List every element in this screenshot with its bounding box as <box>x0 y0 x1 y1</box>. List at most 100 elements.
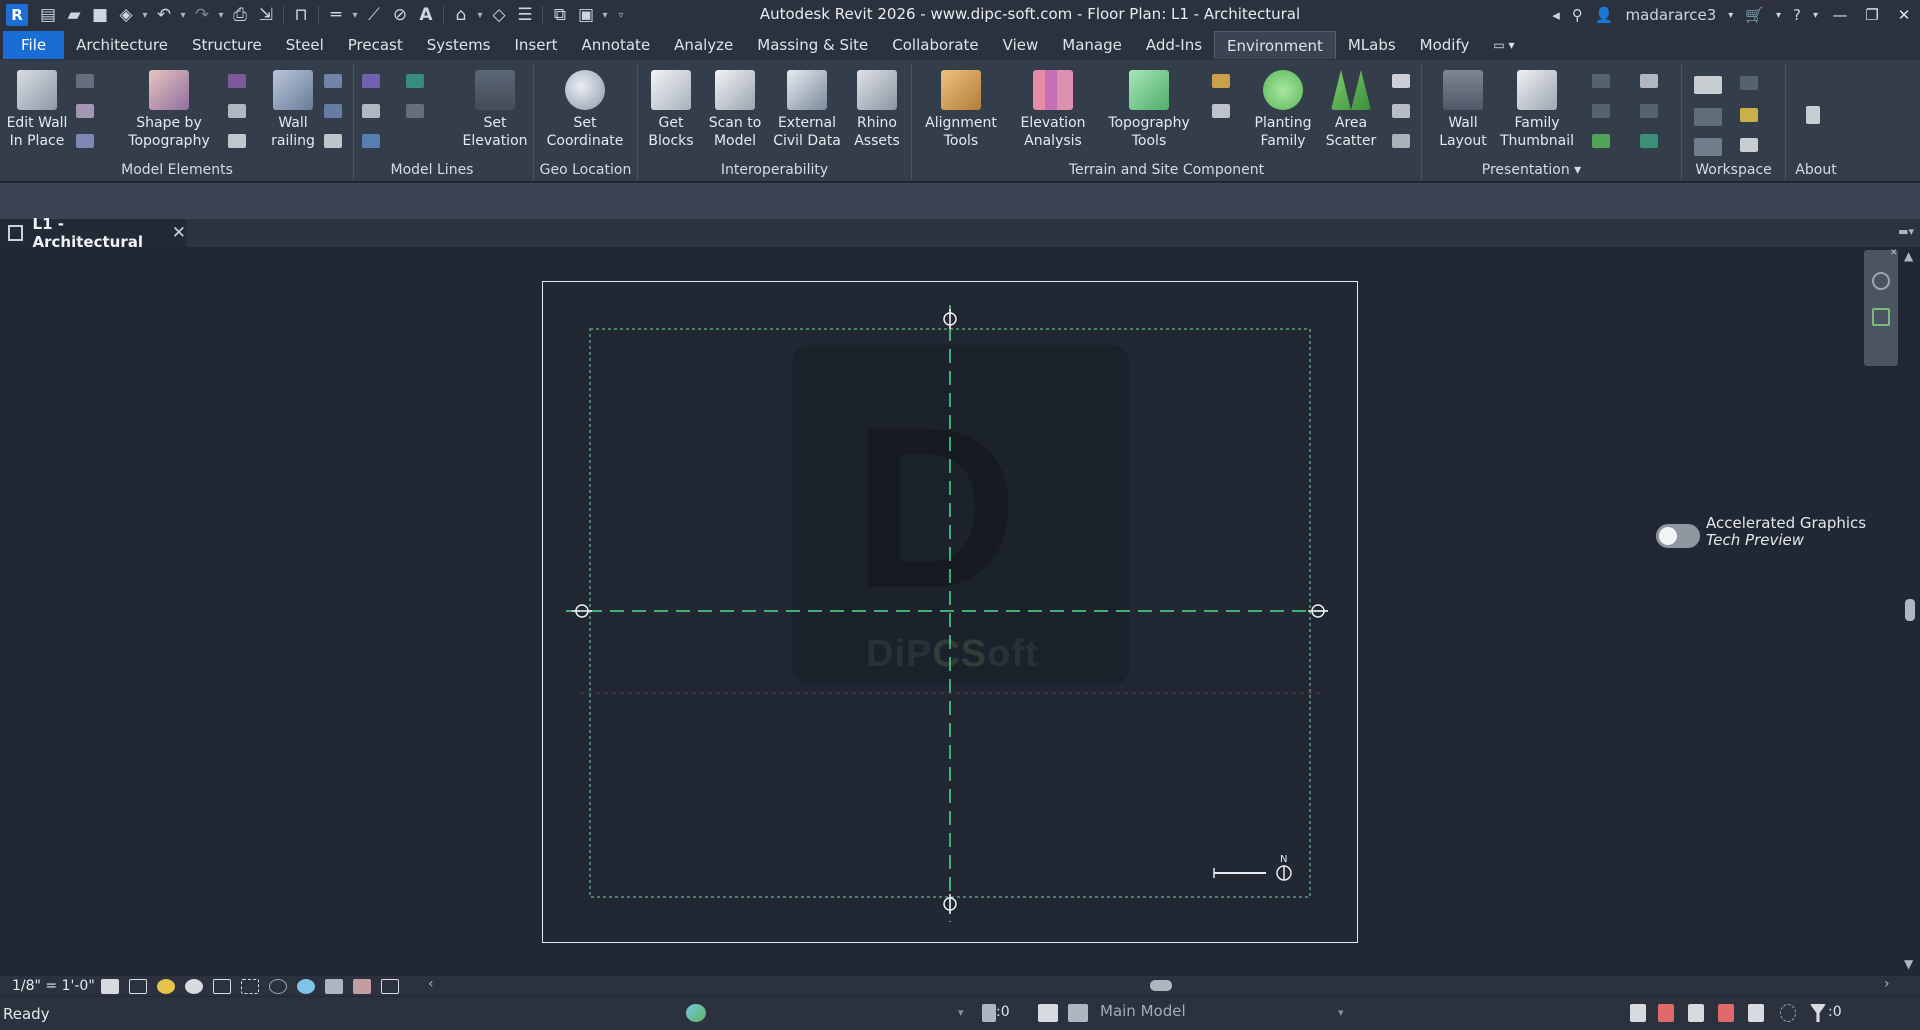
site-tool-a-icon[interactable] <box>1392 74 1410 88</box>
active-design-option-icon[interactable] <box>1068 1004 1088 1022</box>
accelerated-graphics-toggle[interactable] <box>1656 524 1700 548</box>
close-window-icon[interactable]: ✕ <box>1888 0 1920 30</box>
presentation-tool-b-icon[interactable] <box>1592 104 1610 118</box>
tag-icon[interactable]: ⊘ <box>388 4 412 26</box>
horizontal-scroll-thumb[interactable] <box>1150 980 1172 991</box>
measure-icon[interactable]: ═ <box>324 4 348 26</box>
redo-icon[interactable]: ↷ <box>190 4 214 26</box>
workset-dropdown-icon[interactable]: ▾ <box>958 1006 964 1019</box>
tab-manage[interactable]: Manage <box>1050 31 1134 59</box>
show-crop-region-icon[interactable] <box>241 978 259 994</box>
3d-view-dropdown-icon[interactable]: ▾ <box>475 10 485 21</box>
curtain-panel-icon[interactable] <box>324 104 342 118</box>
vertical-scrollbar[interactable]: ▲ ▼ <box>1900 247 1920 977</box>
select-underlay-icon[interactable] <box>1658 1004 1674 1022</box>
save-icon[interactable]: ■ <box>88 4 112 26</box>
ribbon-options-icon[interactable]: ▭ ▾ <box>1481 31 1526 59</box>
detail-level-icon[interactable] <box>101 978 119 994</box>
view-tab-menu-icon[interactable]: ▬▾ <box>1898 225 1914 238</box>
view-tab-l1-architectural[interactable]: L1 - Architectural ✕ <box>0 215 186 251</box>
home-icon[interactable]: ▤ <box>36 4 60 26</box>
alignment-tools-button[interactable]: Alignment Tools <box>920 66 1002 158</box>
floor-tool-icon[interactable] <box>228 74 246 88</box>
wall-tool-icon[interactable] <box>76 74 94 88</box>
close-hidden-icon[interactable]: ⧉ <box>548 4 572 26</box>
select-pinned-icon[interactable] <box>1688 1004 1704 1022</box>
undo-icon[interactable]: ↶ <box>152 4 176 26</box>
grading-icon[interactable] <box>1212 104 1230 118</box>
beam-tool-icon[interactable] <box>228 104 246 118</box>
print-icon[interactable]: ⎙ <box>228 4 252 26</box>
arc-tool-icon[interactable] <box>362 104 380 118</box>
offset-line-icon[interactable] <box>406 104 424 118</box>
customize-qat-icon[interactable]: ▿ <box>612 10 630 21</box>
scroll-down-icon[interactable]: ▼ <box>1904 957 1913 971</box>
3d-view-icon[interactable]: ⌂ <box>449 4 473 26</box>
tab-analyze[interactable]: Analyze <box>662 31 745 59</box>
model-selector[interactable]: Main Model <box>1100 1002 1186 1020</box>
tab-precast[interactable]: Precast <box>336 31 415 59</box>
undo-dropdown-icon[interactable]: ▾ <box>178 10 188 21</box>
rhino-assets-button[interactable]: Rhino Assets <box>836 66 918 158</box>
elevation-marker-right[interactable] <box>1308 604 1328 618</box>
model-dropdown-icon[interactable]: ▾ <box>1338 1006 1344 1019</box>
minimize-icon[interactable]: — <box>1824 0 1856 30</box>
elevation-analysis-button[interactable]: Elevation Analysis <box>1012 66 1094 158</box>
set-elevation-button[interactable]: Set Elevation <box>454 66 536 158</box>
vertical-scroll-thumb[interactable] <box>1905 599 1915 621</box>
workspace-tool-a-icon[interactable] <box>1694 76 1722 94</box>
tab-file[interactable]: File <box>3 31 65 59</box>
tab-systems[interactable]: Systems <box>415 31 503 59</box>
scroll-left-icon[interactable]: ‹ <box>428 976 434 992</box>
presentation-tool-f-icon[interactable] <box>1640 134 1658 148</box>
steering-wheel-icon[interactable] <box>1872 272 1890 290</box>
temporary-hide-icon[interactable] <box>269 978 287 994</box>
user-icon[interactable]: 👤 <box>1595 6 1614 24</box>
user-dropdown-icon[interactable]: ▾ <box>1728 10 1733 21</box>
tab-steel[interactable]: Steel <box>274 31 336 59</box>
site-tool-b-icon[interactable] <box>1392 104 1410 118</box>
site-tool-c-icon[interactable] <box>1392 134 1410 148</box>
restore-icon[interactable]: ❐ <box>1856 0 1888 30</box>
drag-elements-icon[interactable] <box>1748 1004 1764 1022</box>
stair-tool-icon[interactable] <box>228 134 246 148</box>
cart-icon[interactable]: 🛒 <box>1745 6 1764 24</box>
elevation-marker-left[interactable] <box>572 604 592 618</box>
text-icon[interactable]: A <box>414 4 438 26</box>
tab-massing-site[interactable]: Massing & Site <box>745 31 880 59</box>
crop-view-icon[interactable] <box>213 978 231 994</box>
background-process-icon[interactable] <box>1780 1004 1796 1022</box>
view-scale[interactable]: 1/8" = 1'-0" <box>12 978 96 994</box>
scroll-up-icon[interactable]: ▲ <box>1904 249 1913 263</box>
presentation-tool-e-icon[interactable] <box>1640 104 1658 118</box>
reveal-hidden-icon[interactable] <box>297 978 315 994</box>
sun-path-icon[interactable] <box>157 978 175 994</box>
filter-icon[interactable] <box>1810 1004 1826 1022</box>
edit-wall-in-place-button[interactable]: Edit Wall In Place <box>0 66 78 158</box>
align-icon[interactable]: ⊓ <box>289 4 313 26</box>
tab-environment[interactable]: Environment <box>1214 31 1336 59</box>
tab-insert[interactable]: Insert <box>503 31 570 59</box>
tab-architecture[interactable]: Architecture <box>64 31 180 59</box>
temporary-properties-icon[interactable] <box>325 978 343 994</box>
open-folder-icon[interactable]: ▰ <box>62 4 86 26</box>
spline-tool-icon[interactable] <box>362 134 380 148</box>
tab-modify[interactable]: Modify <box>1408 31 1482 59</box>
contour-icon[interactable] <box>1212 74 1230 88</box>
worksets-icon[interactable] <box>686 1004 706 1022</box>
wall-layers-icon[interactable] <box>76 104 94 118</box>
scroll-right-icon[interactable]: › <box>1884 976 1890 992</box>
scan-to-model-button[interactable]: Scan to Model <box>694 66 776 158</box>
search-back-icon[interactable]: ◂ <box>1552 6 1560 24</box>
close-view-icon[interactable]: ✕ <box>172 223 186 243</box>
user-name[interactable]: madararce3 <box>1626 6 1717 24</box>
visual-style-icon[interactable] <box>129 978 147 994</box>
shape-by-topography-button[interactable]: Shape by Topography <box>128 66 210 158</box>
thin-lines-icon[interactable]: ☰ <box>513 4 537 26</box>
tab-structure[interactable]: Structure <box>180 31 274 59</box>
binoculars-icon[interactable]: ⚲ <box>1572 6 1583 24</box>
wall-layout-button[interactable]: Wall Layout <box>1422 66 1504 158</box>
panel-label-presentation[interactable]: Presentation ▾ <box>1402 162 1661 178</box>
select-links-icon[interactable] <box>1630 1004 1646 1022</box>
pick-line-icon[interactable] <box>406 74 424 88</box>
